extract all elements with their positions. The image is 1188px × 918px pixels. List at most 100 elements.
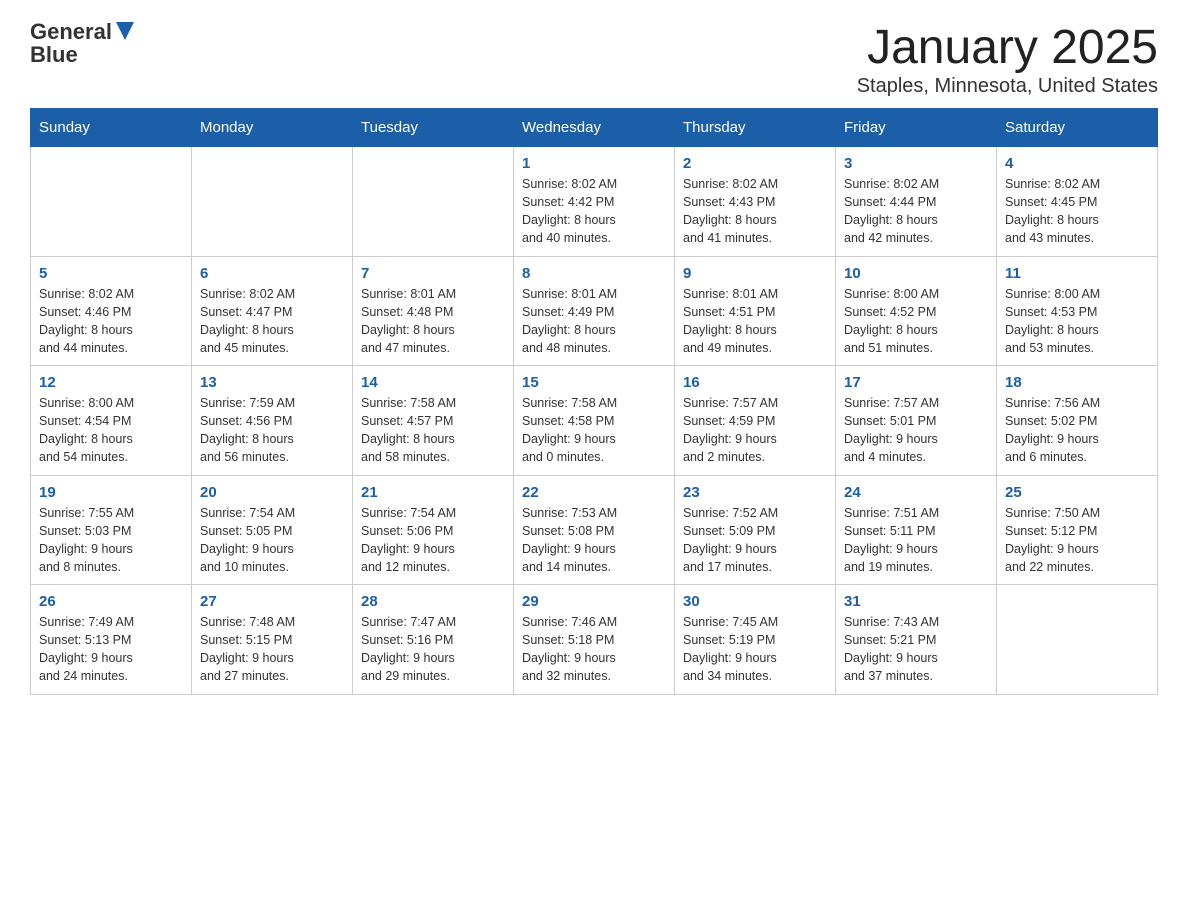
day-number: 29 [522,593,666,610]
day-header-monday: Monday [192,109,353,147]
calendar-table: SundayMondayTuesdayWednesdayThursdayFrid… [30,108,1158,695]
calendar-cell: 5Sunrise: 8:02 AMSunset: 4:46 PMDaylight… [31,256,192,366]
day-info: Sunrise: 7:47 AMSunset: 5:16 PMDaylight:… [361,613,505,686]
calendar-cell: 26 Sunrise: 7:49 AMSunset: 5:13 PMDayligh… [31,585,192,695]
calendar-cell: 11 Sunrise: 8:00 AMSunset: 4:53 PMDayligh… [997,256,1158,366]
calendar-cell: 2Sunrise: 8:02 AMSunset: 4:43 PMDaylight… [675,147,836,257]
calendar-cell: 30 Sunrise: 7:45 AMSunset: 5:19 PMDayligh… [675,585,836,695]
day-number: 24 [844,484,988,501]
calendar-cell: 4Sunrise: 8:02 AMSunset: 4:45 PMDaylight… [997,147,1158,257]
day-info: Sunrise: 7:53 AMSunset: 5:08 PMDaylight:… [522,504,666,577]
day-info: Sunrise: 7:56 AMSunset: 5:02 PMDaylight:… [1005,394,1149,467]
calendar-cell: 18 Sunrise: 7:56 AMSunset: 5:02 PMDayligh… [997,366,1158,476]
calendar-cell: 24 Sunrise: 7:51 AMSunset: 5:11 PMDayligh… [836,475,997,585]
day-info: Sunrise: 7:57 AMSunset: 5:01 PMDaylight:… [844,394,988,467]
day-info: Sunrise: 8:00 AMSunset: 4:54 PMDaylight:… [39,394,183,467]
day-number: 8 [522,265,666,282]
calendar-cell [192,147,353,257]
day-info: Sunrise: 7:54 AMSunset: 5:06 PMDaylight:… [361,504,505,577]
day-info: Sunrise: 7:58 AMSunset: 4:58 PMDaylight:… [522,394,666,467]
day-info: Sunrise: 7:43 AMSunset: 5:21 PMDaylight:… [844,613,988,686]
day-number: 22 [522,484,666,501]
week-row-4: 19 Sunrise: 7:55 AMSunset: 5:03 PMDayligh… [31,475,1158,585]
day-number: 2 [683,155,827,172]
calendar-header: SundayMondayTuesdayWednesdayThursdayFrid… [31,109,1158,147]
calendar-cell: 22 Sunrise: 7:53 AMSunset: 5:08 PMDayligh… [514,475,675,585]
day-header-friday: Friday [836,109,997,147]
calendar-cell: 15 Sunrise: 7:58 AMSunset: 4:58 PMDayligh… [514,366,675,476]
calendar-cell [353,147,514,257]
day-info: Sunrise: 7:46 AMSunset: 5:18 PMDaylight:… [522,613,666,686]
day-number: 16 [683,374,827,391]
week-row-2: 5Sunrise: 8:02 AMSunset: 4:46 PMDaylight… [31,256,1158,366]
day-header-thursday: Thursday [675,109,836,147]
day-info: Sunrise: 8:01 AMSunset: 4:48 PMDaylight:… [361,285,505,358]
day-number: 20 [200,484,344,501]
day-info: Sunrise: 8:01 AMSunset: 4:49 PMDaylight:… [522,285,666,358]
day-number: 6 [200,265,344,282]
calendar-cell: 27 Sunrise: 7:48 AMSunset: 5:15 PMDayligh… [192,585,353,695]
week-row-3: 12 Sunrise: 8:00 AMSunset: 4:54 PMDayligh… [31,366,1158,476]
day-info: Sunrise: 8:01 AMSunset: 4:51 PMDaylight:… [683,285,827,358]
day-header-wednesday: Wednesday [514,109,675,147]
day-info: Sunrise: 7:49 AMSunset: 5:13 PMDaylight:… [39,613,183,686]
day-number: 13 [200,374,344,391]
page-header: General Blue January 2025 Staples, Minne… [30,20,1158,98]
calendar-cell: 29 Sunrise: 7:46 AMSunset: 5:18 PMDayligh… [514,585,675,695]
day-info: Sunrise: 8:02 AMSunset: 4:44 PMDaylight:… [844,175,988,248]
day-number: 7 [361,265,505,282]
calendar-cell: 1Sunrise: 8:02 AMSunset: 4:42 PMDaylight… [514,147,675,257]
day-header-saturday: Saturday [997,109,1158,147]
day-number: 11 [1005,265,1149,282]
day-number: 12 [39,374,183,391]
day-info: Sunrise: 7:52 AMSunset: 5:09 PMDaylight:… [683,504,827,577]
day-number: 25 [1005,484,1149,501]
calendar-cell: 31Sunrise: 7:43 AMSunset: 5:21 PMDayligh… [836,585,997,695]
day-number: 15 [522,374,666,391]
calendar-cell: 16Sunrise: 7:57 AMSunset: 4:59 PMDayligh… [675,366,836,476]
day-info: Sunrise: 8:00 AMSunset: 4:53 PMDaylight:… [1005,285,1149,358]
calendar-cell: 14 Sunrise: 7:58 AMSunset: 4:57 PMDayligh… [353,366,514,476]
logo-text-blue: Blue [30,43,78,67]
day-number: 27 [200,593,344,610]
calendar-cell [31,147,192,257]
calendar-title: January 2025 [857,20,1158,75]
day-number: 26 [39,593,183,610]
calendar-cell: 12 Sunrise: 8:00 AMSunset: 4:54 PMDayligh… [31,366,192,476]
logo-triangle-icon [116,22,134,40]
calendar-cell: 10Sunrise: 8:00 AMSunset: 4:52 PMDayligh… [836,256,997,366]
day-number: 23 [683,484,827,501]
calendar-subtitle: Staples, Minnesota, United States [857,75,1158,98]
day-info: Sunrise: 7:55 AMSunset: 5:03 PMDaylight:… [39,504,183,577]
day-number: 14 [361,374,505,391]
day-info: Sunrise: 8:02 AMSunset: 4:47 PMDaylight:… [200,285,344,358]
calendar-cell: 9Sunrise: 8:01 AMSunset: 4:51 PMDaylight… [675,256,836,366]
day-number: 17 [844,374,988,391]
logo: General Blue [30,20,134,67]
calendar-cell: 20 Sunrise: 7:54 AMSunset: 5:05 PMDayligh… [192,475,353,585]
day-number: 28 [361,593,505,610]
day-number: 18 [1005,374,1149,391]
title-block: January 2025 Staples, Minnesota, United … [857,20,1158,98]
day-info: Sunrise: 7:48 AMSunset: 5:15 PMDaylight:… [200,613,344,686]
day-info: Sunrise: 8:02 AMSunset: 4:42 PMDaylight:… [522,175,666,248]
calendar-cell: 23 Sunrise: 7:52 AMSunset: 5:09 PMDayligh… [675,475,836,585]
day-info: Sunrise: 7:51 AMSunset: 5:11 PMDaylight:… [844,504,988,577]
day-number: 30 [683,593,827,610]
calendar-cell: 6 Sunrise: 8:02 AMSunset: 4:47 PMDaylight… [192,256,353,366]
day-info: Sunrise: 7:54 AMSunset: 5:05 PMDaylight:… [200,504,344,577]
day-info: Sunrise: 7:45 AMSunset: 5:19 PMDaylight:… [683,613,827,686]
calendar-cell: 13 Sunrise: 7:59 AMSunset: 4:56 PMDayligh… [192,366,353,476]
day-number: 10 [844,265,988,282]
day-info: Sunrise: 7:59 AMSunset: 4:56 PMDaylight:… [200,394,344,467]
week-row-5: 26 Sunrise: 7:49 AMSunset: 5:13 PMDayligh… [31,585,1158,695]
calendar-cell: 3 Sunrise: 8:02 AMSunset: 4:44 PMDaylight… [836,147,997,257]
day-number: 3 [844,155,988,172]
day-header-sunday: Sunday [31,109,192,147]
day-info: Sunrise: 7:58 AMSunset: 4:57 PMDaylight:… [361,394,505,467]
calendar-cell: 28 Sunrise: 7:47 AMSunset: 5:16 PMDayligh… [353,585,514,695]
logo-text-general: General [30,20,112,44]
calendar-cell: 7 Sunrise: 8:01 AMSunset: 4:48 PMDaylight… [353,256,514,366]
week-row-1: 1Sunrise: 8:02 AMSunset: 4:42 PMDaylight… [31,147,1158,257]
day-number: 19 [39,484,183,501]
